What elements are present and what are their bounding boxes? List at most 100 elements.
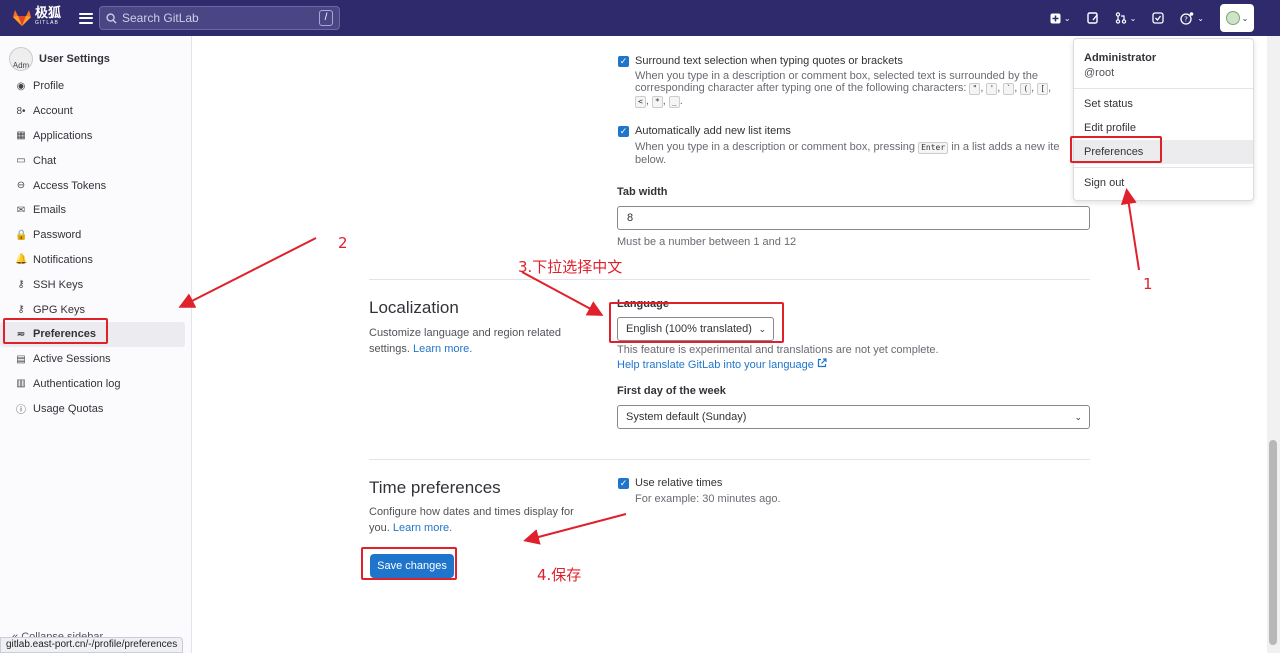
chevron-down-icon: ⌄: [1063, 13, 1071, 23]
sidebar-item-password[interactable]: 🔒 Password: [0, 223, 191, 248]
character-key: <: [635, 96, 646, 108]
sidebar-header[interactable]: Adm User Settings: [0, 36, 191, 74]
help-icon: ?: [1180, 11, 1194, 25]
avatar: [1225, 11, 1240, 25]
mail-icon: ✉: [16, 204, 26, 216]
menu-item-set-status[interactable]: Set status: [1074, 92, 1253, 116]
sidebar-item-label: Authentication log: [33, 377, 121, 390]
sidebar-item-profile[interactable]: ◉ Profile: [0, 74, 191, 99]
sidebar-item-notifications[interactable]: 🔔 Notifications: [0, 248, 191, 273]
create-new-button[interactable]: ⌄: [1050, 13, 1071, 24]
lock-icon: 🔒: [15, 229, 28, 241]
sidebar-item-label: Notifications: [33, 253, 93, 266]
menu-item-sign-out[interactable]: Sign out: [1074, 171, 1253, 195]
sidebar-item-authentication-log[interactable]: ▥ Authentication log: [0, 372, 191, 397]
autolist-checkbox[interactable]: ✓: [618, 126, 629, 137]
character-key: ': [986, 83, 998, 95]
autolist-help-3: below.: [635, 154, 667, 166]
autolist-help-2: in a list adds a new ite: [951, 141, 1060, 153]
sidebar-item-label: Chat: [33, 154, 57, 167]
enter-key: Enter: [918, 142, 949, 154]
sidebar-item-label: Account: [33, 105, 73, 118]
sidebar-item-label: Profile: [33, 80, 65, 93]
sidebar-item-account[interactable]: 8• Account: [0, 99, 191, 124]
chevron-down-icon: ⌄: [1074, 412, 1082, 422]
todo-icon: [1152, 12, 1164, 24]
time-preferences-desc: Configure how dates and times display fo…: [369, 504, 589, 536]
merge-requests-button[interactable]: ⌄: [1115, 12, 1137, 24]
chat-icon: ▭: [16, 155, 26, 167]
menu-icon[interactable]: [79, 12, 94, 24]
user-menu-button[interactable]: ⌄: [1220, 4, 1254, 32]
time-preferences-title: Time preferences: [369, 478, 501, 497]
scrollbar-thumb[interactable]: [1269, 440, 1277, 645]
issues-button[interactable]: [1086, 12, 1099, 24]
tab-width-help: Must be a number between 1 and 12: [617, 236, 797, 248]
annotation-step-2: 2: [338, 234, 348, 252]
experimental-note: This feature is experimental and transla…: [617, 344, 939, 356]
sidebar-item-usage-quotas[interactable]: ⓘ Usage Quotas: [0, 396, 191, 421]
annotation-box-menu-preferences: [1070, 136, 1162, 163]
localization-desc: Customize language and region related se…: [369, 325, 579, 357]
user-avatar: Adm: [9, 47, 33, 71]
menu-divider: [1074, 167, 1253, 168]
surround-help: When you type in a description or commen…: [635, 70, 1052, 108]
autolist-help: When you type in a description or commen…: [635, 141, 1075, 166]
relative-times-label: Use relative times: [635, 477, 723, 489]
relative-times-help: For example: 30 minutes ago.: [635, 493, 781, 505]
autolist-help-1: When you type in a description or commen…: [635, 141, 916, 153]
user-name: Administrator: [1084, 52, 1157, 64]
key-icon: ⚷: [17, 279, 25, 291]
search-shortcut: /: [319, 10, 333, 26]
character-key: *: [651, 96, 663, 108]
sidebar-item-emails[interactable]: ✉ Emails: [0, 198, 191, 223]
character-key: _: [668, 96, 680, 108]
avatar-text: Adm: [12, 61, 30, 70]
character-key: `: [1003, 83, 1015, 95]
sidebar-item-ssh-keys[interactable]: ⚷ SSH Keys: [0, 272, 191, 297]
svg-text:?: ?: [1184, 15, 1188, 23]
localization-learn-more-link[interactable]: Learn more.: [413, 343, 472, 355]
character-key: [: [1037, 83, 1049, 95]
plus-square-icon: [1050, 13, 1061, 23]
chevron-down-icon: ⌄: [1129, 13, 1137, 23]
surround-checkbox[interactable]: ✓: [618, 56, 629, 67]
sidebar-item-label: Access Tokens: [33, 179, 107, 192]
tab-width-input[interactable]: 8: [617, 206, 1090, 230]
todos-button[interactable]: [1152, 12, 1164, 24]
user-menu-dropdown: Administrator @root Set status Edit prof…: [1073, 38, 1254, 201]
sidebar-item-access-tokens[interactable]: ⊖ Access Tokens: [0, 173, 191, 198]
sidebar-item-label: Usage Quotas: [33, 402, 104, 415]
surround-help-2: corresponding character after typing one…: [635, 82, 967, 94]
sidebar-item-applications[interactable]: ▦ Applications: [0, 124, 191, 149]
sidebar-item-active-sessions[interactable]: ▤ Active Sessions: [0, 347, 191, 372]
tab-width-label: Tab width: [617, 186, 668, 198]
annotation-step-1: 1: [1143, 275, 1153, 293]
sidebar-item-label: Emails: [33, 204, 67, 217]
relative-times-checkbox[interactable]: ✓: [618, 478, 629, 489]
issues-icon: [1086, 12, 1098, 24]
sidebar-item-label: Password: [33, 229, 82, 242]
search-input[interactable]: Search GitLab /: [99, 6, 340, 30]
user-username: @root: [1084, 67, 1115, 79]
account-icon: 8•: [16, 105, 26, 117]
surround-label: Surround text selection when typing quot…: [635, 55, 903, 67]
fox-logo-icon: [13, 10, 31, 26]
log-icon: ▥: [16, 378, 26, 390]
surround-help-1: When you type in a description or commen…: [635, 70, 1038, 82]
sidebar: Adm User Settings ◉ Profile 8• Account ▦ Appl…: [0, 36, 192, 653]
search-placeholder: Search GitLab: [122, 11, 199, 25]
help-button[interactable]: ? ⌄: [1180, 11, 1204, 25]
gitlab-logo[interactable]: 极狐 GITLAB: [12, 6, 61, 29]
time-learn-more-link[interactable]: Learn more.: [393, 522, 452, 534]
help-translate-link[interactable]: Help translate GitLab into your language: [617, 358, 827, 371]
sidebar-item-label: GPG Keys: [33, 303, 85, 316]
sidebar-item-chat[interactable]: ▭ Chat: [0, 148, 191, 173]
section-divider: [369, 459, 1090, 460]
sidebar-item-label: SSH Keys: [33, 278, 84, 291]
first-day-value: System default (Sunday): [626, 411, 747, 423]
status-bar-url: gitlab.east-port.cn/-/profile/preference…: [0, 637, 184, 653]
search-icon: [106, 12, 117, 24]
first-day-select[interactable]: System default (Sunday) ⌄: [617, 405, 1090, 429]
sidebar-title: User Settings: [39, 53, 110, 65]
